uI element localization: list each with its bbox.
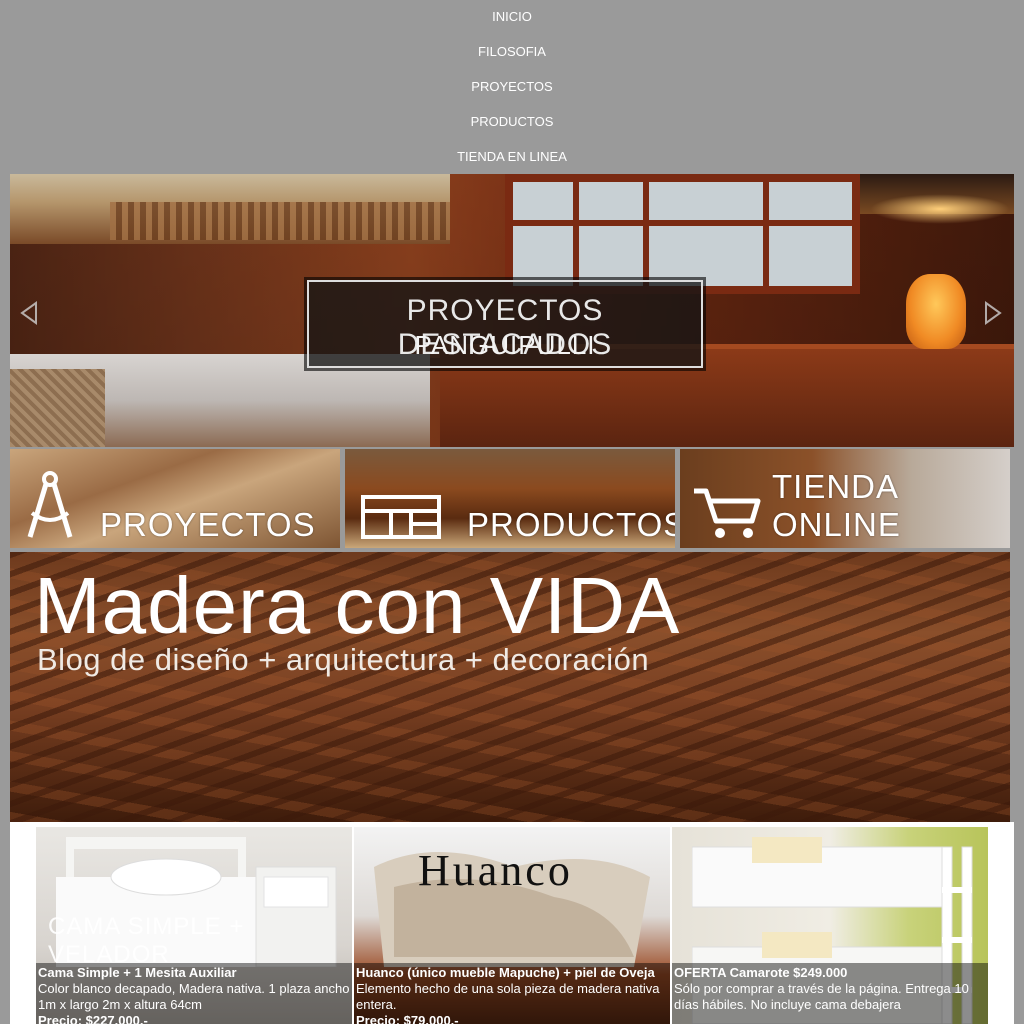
hero-caption-line2: PANGUIPULLI xyxy=(414,330,596,360)
arrow-right-icon[interactable] xyxy=(982,300,1004,326)
hero-photo-bear-lamp xyxy=(906,274,966,349)
nav-item-inicio[interactable]: INICIO xyxy=(0,9,1024,25)
arrow-left-icon[interactable] xyxy=(18,300,40,326)
furniture-icon xyxy=(361,495,441,539)
hero-photo-window xyxy=(505,174,860,294)
product-card[interactable]: CAMA SIMPLE + VELADOR Cama Simple + 1 Me… xyxy=(36,827,352,1024)
nav-item-proyectos[interactable]: PROYECTOS xyxy=(0,79,1024,95)
product-name[interactable]: Huanco (único mueble Mapuche) + piel de … xyxy=(356,965,668,981)
tile-productos[interactable]: PRODUCTOS xyxy=(345,449,675,548)
cart-icon xyxy=(694,488,761,538)
main-nav: INICIO FILOSOFIA PROYECTOS PRODUCTOS TIE… xyxy=(0,0,1024,174)
product-card[interactable]: OFERTA Camarote $249.000 Sólo por compra… xyxy=(672,827,988,1024)
blog-subtitle: Blog de diseño + arquitectura + decoraci… xyxy=(37,642,650,677)
product-description: Sólo por comprar a través de la página. … xyxy=(674,981,969,1012)
blog-banner[interactable]: Madera con VIDA Blog de diseño + arquite… xyxy=(10,552,1010,822)
product-price: Precio: $227.000.- xyxy=(38,1013,148,1024)
product-overlay-text: CAMA SIMPLE + VELADOR xyxy=(48,913,245,968)
product-description: Color blanco decapado, Madera nativa. 1 … xyxy=(38,981,350,1012)
compass-icon xyxy=(27,471,73,538)
hero-photo-lamp-glow xyxy=(870,194,1010,224)
product-name[interactable]: Cama Simple + 1 Mesita Auxiliar xyxy=(38,965,350,981)
nav-item-productos[interactable]: PRODUCTOS xyxy=(0,114,1024,130)
product-card[interactable]: Huanco Huanco (único mueble Mapuche) + p… xyxy=(354,827,670,1024)
blog-title: Madera con VIDA xyxy=(34,561,681,650)
product-info: OFERTA Camarote $249.000 Sólo por compra… xyxy=(672,963,988,1015)
product-description: Elemento hecho de una sola pieza de made… xyxy=(356,981,660,1012)
product-price: Precio: $79.000.- xyxy=(356,1013,459,1024)
products-grid: CAMA SIMPLE + VELADOR Cama Simple + 1 Me… xyxy=(10,822,1014,1024)
hero-photo-blanket xyxy=(10,369,105,447)
product-info: Cama Simple + 1 Mesita Auxiliar Color bl… xyxy=(36,963,352,1024)
tile-productos-label: PRODUCTOS xyxy=(467,506,675,543)
tile-tienda-label: TIENDA ONLINE xyxy=(772,468,901,543)
tile-proyectos[interactable]: PROYECTOS xyxy=(10,449,340,548)
hero-slider[interactable]: PROYECTOS DESTACADOS PANGUIPULLI xyxy=(10,174,1014,447)
nav-item-filosofia[interactable]: FILOSOFIA xyxy=(0,44,1024,60)
hero-photo-slats xyxy=(110,202,450,240)
hero-caption[interactable]: PROYECTOS DESTACADOS PANGUIPULLI xyxy=(304,277,706,371)
product-info: Huanco (único mueble Mapuche) + piel de … xyxy=(354,963,670,1024)
tile-tienda-online[interactable]: TIENDA ONLINE xyxy=(680,449,1010,548)
product-overlay-text: Huanco xyxy=(418,846,573,895)
nav-item-tienda-en-linea[interactable]: TIENDA EN LINEA xyxy=(0,149,1024,165)
product-name[interactable]: OFERTA Camarote $249.000 xyxy=(674,965,986,981)
tile-proyectos-label: PROYECTOS xyxy=(100,506,316,543)
